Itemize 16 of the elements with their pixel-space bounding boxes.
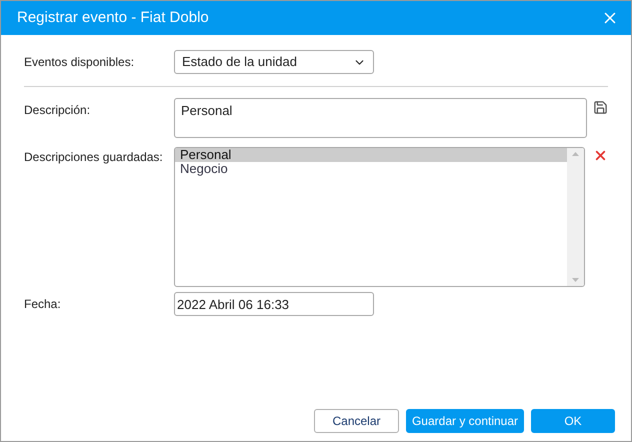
scroll-down-icon[interactable] xyxy=(572,278,579,282)
window-title: Registrar evento - Fiat Doblo xyxy=(17,8,209,28)
delete-icon[interactable] xyxy=(593,148,608,163)
list-item[interactable]: Negocio xyxy=(175,162,567,176)
field-label: Descripción: xyxy=(24,102,92,119)
events-dropdown[interactable]: Estado de la unidad xyxy=(174,50,374,74)
description-field[interactable]: Personal xyxy=(174,98,587,138)
list-item[interactable]: Personal xyxy=(175,148,567,162)
scrollbar[interactable] xyxy=(567,148,584,286)
save-icon[interactable] xyxy=(593,100,608,115)
dialog-button[interactable]: Cancelar xyxy=(314,409,399,433)
field-label: Descripciones guardadas: xyxy=(24,149,164,166)
field-label: Fecha: xyxy=(24,296,62,313)
date-field[interactable]: 2022 Abril 06 16:33 xyxy=(174,292,374,316)
scroll-up-icon[interactable] xyxy=(572,152,579,156)
field-label: Eventos disponibles: xyxy=(24,54,136,71)
